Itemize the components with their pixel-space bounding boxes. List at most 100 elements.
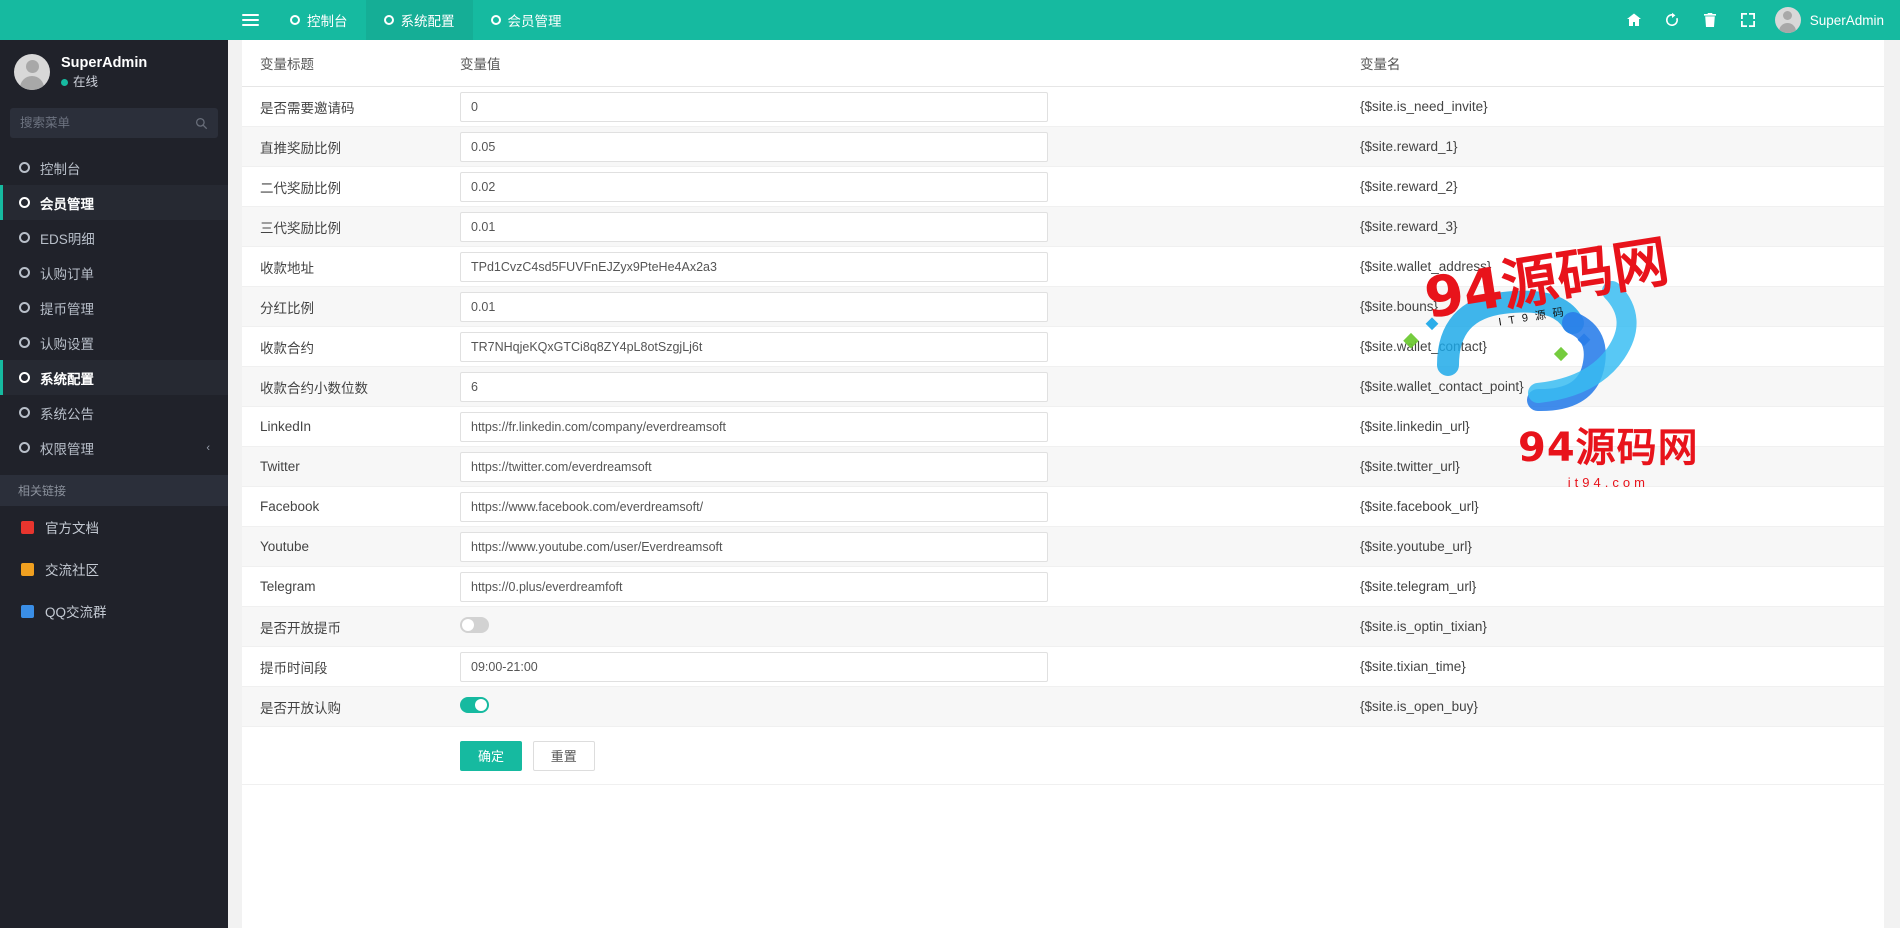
- topbar-user[interactable]: SuperAdmin: [1767, 7, 1900, 33]
- sidebar-item-label: 提币管理: [40, 301, 94, 317]
- menu-toggle-button[interactable]: [228, 0, 272, 40]
- row-value: [442, 366, 1342, 407]
- circle-icon: [383, 15, 394, 25]
- value-input[interactable]: [460, 171, 1048, 202]
- row-value: [442, 286, 1342, 327]
- row-variable-name: {$site.tixian_time}: [1342, 646, 1884, 687]
- row-title: Telegram: [242, 566, 442, 607]
- row-value: [442, 446, 1342, 487]
- sidebar-item-0[interactable]: 控制台: [0, 150, 228, 185]
- value-input[interactable]: [460, 371, 1048, 402]
- row-value: [442, 686, 1342, 727]
- row-title: 是否开放认购: [242, 686, 442, 727]
- fullscreen-icon[interactable]: [1729, 0, 1767, 40]
- row-value: [442, 246, 1342, 287]
- table-row: 是否需要邀请码 {$site.is_need_invite}: [242, 86, 1884, 127]
- value-input[interactable]: [460, 91, 1048, 122]
- sidebar-item-label: 系统配置: [40, 371, 94, 387]
- circle-icon: [19, 232, 30, 244]
- sidebar-item-1[interactable]: 会员管理: [0, 185, 228, 221]
- circle-icon: [19, 442, 30, 454]
- doc-icon: [21, 520, 34, 534]
- home-icon[interactable]: [1615, 0, 1653, 40]
- row-value: [442, 646, 1342, 687]
- toggle-knob: [462, 619, 474, 631]
- sidebar-link-0[interactable]: 官方文档: [0, 506, 228, 548]
- sidebar-link-2[interactable]: QQ交流群: [0, 590, 228, 632]
- sidebar-item-2[interactable]: EDS明细: [0, 220, 228, 255]
- row-variable-name: {$site.wallet_contact}: [1342, 326, 1884, 367]
- value-input[interactable]: [460, 491, 1048, 522]
- topbar-user-name: SuperAdmin: [1809, 12, 1884, 28]
- value-input[interactable]: [460, 651, 1048, 682]
- value-input[interactable]: [460, 331, 1048, 362]
- circle-icon: [19, 267, 30, 279]
- sidebar-link-1[interactable]: 交流社区: [0, 548, 228, 590]
- row-variable-name: {$site.wallet_contact_point}: [1342, 366, 1884, 407]
- row-value: [442, 566, 1342, 607]
- trash-icon[interactable]: [1691, 0, 1729, 40]
- tab-2[interactable]: 会员管理: [473, 0, 580, 40]
- row-title: 分红比例: [242, 286, 442, 327]
- sidebar-item-label: 会员管理: [40, 196, 94, 212]
- toggle-switch[interactable]: [460, 697, 489, 713]
- table-row: Facebook {$site.facebook_url}: [242, 486, 1884, 527]
- table-row: 是否开放提币 {$site.is_optin_tixian}: [242, 606, 1884, 647]
- sidebar-item-4[interactable]: 提币管理: [0, 290, 228, 325]
- refresh-icon[interactable]: [1653, 0, 1691, 40]
- table-row: 直推奖励比例 {$site.reward_1}: [242, 126, 1884, 167]
- sidebar-link-label: 官方文档: [45, 521, 99, 537]
- submit-button[interactable]: 确定: [460, 740, 523, 771]
- row-variable-name: {$site.is_open_buy}: [1342, 686, 1884, 727]
- value-input[interactable]: [460, 291, 1048, 322]
- row-variable-name: {$site.is_optin_tixian}: [1342, 606, 1884, 647]
- chevron-left-icon: ‹: [206, 441, 210, 454]
- sidebar-user-status: 在线: [61, 74, 147, 91]
- reset-button[interactable]: 重置: [532, 740, 595, 771]
- sidebar-item-5[interactable]: 认购设置: [0, 325, 228, 360]
- search-input[interactable]: [20, 116, 160, 131]
- sidebar-item-6[interactable]: 系统配置: [0, 360, 228, 396]
- value-input[interactable]: [460, 211, 1048, 242]
- sidebar-links-title: 相关链接: [0, 475, 228, 507]
- sidebar-user-name: SuperAdmin: [61, 55, 148, 71]
- sidebar-item-8[interactable]: 权限管理 ‹: [0, 430, 228, 465]
- row-title: 收款地址: [242, 246, 442, 287]
- circle-icon: [19, 197, 30, 209]
- app-root: SuperAdmin 在线 控制台 会员管理 EDS明细: [0, 0, 1900, 928]
- row-variable-name: {$site.reward_2}: [1342, 166, 1884, 207]
- table-row: 收款合约 {$site.wallet_contact}: [242, 326, 1884, 367]
- value-input[interactable]: [460, 131, 1048, 162]
- row-value: [442, 406, 1342, 447]
- row-value: [442, 326, 1342, 367]
- sidebar-item-7[interactable]: 系统公告: [0, 395, 228, 430]
- search-icon: [195, 117, 208, 130]
- row-title: 是否需要邀请码: [242, 86, 442, 127]
- sidebar-search[interactable]: [10, 108, 218, 139]
- penguin-icon: [21, 604, 34, 618]
- row-title: 二代奖励比例: [242, 166, 442, 207]
- table-header-row: 变量标题 变量值 变量名: [242, 40, 1884, 87]
- row-title: Twitter: [242, 446, 442, 487]
- value-input[interactable]: [460, 251, 1048, 282]
- sidebar-item-label: 认购设置: [40, 336, 94, 352]
- tab-0[interactable]: 控制台: [272, 0, 366, 40]
- value-input[interactable]: [460, 531, 1048, 562]
- header-variable-title: 变量标题: [242, 40, 442, 87]
- value-input[interactable]: [460, 571, 1048, 602]
- row-variable-name: {$site.is_need_invite}: [1342, 86, 1884, 127]
- row-title: 收款合约: [242, 326, 442, 367]
- topbar-avatar: [1774, 7, 1801, 33]
- table-row: LinkedIn {$site.linkedin_url}: [242, 406, 1884, 447]
- toggle-switch[interactable]: [460, 617, 489, 633]
- sidebar-user-block[interactable]: SuperAdmin 在线: [0, 40, 228, 104]
- value-input[interactable]: [460, 451, 1048, 482]
- online-dot-icon: [61, 78, 68, 86]
- row-variable-name: {$site.linkedin_url}: [1342, 406, 1884, 447]
- row-title: 是否开放提币: [242, 606, 442, 647]
- sidebar-item-3[interactable]: 认购订单: [0, 255, 228, 290]
- value-input[interactable]: [460, 411, 1048, 442]
- actions-spacer: [242, 726, 442, 785]
- topbar: 控制台 系统配置 会员管理 SuperAdmin: [228, 0, 1900, 40]
- tab-1[interactable]: 系统配置: [365, 0, 473, 40]
